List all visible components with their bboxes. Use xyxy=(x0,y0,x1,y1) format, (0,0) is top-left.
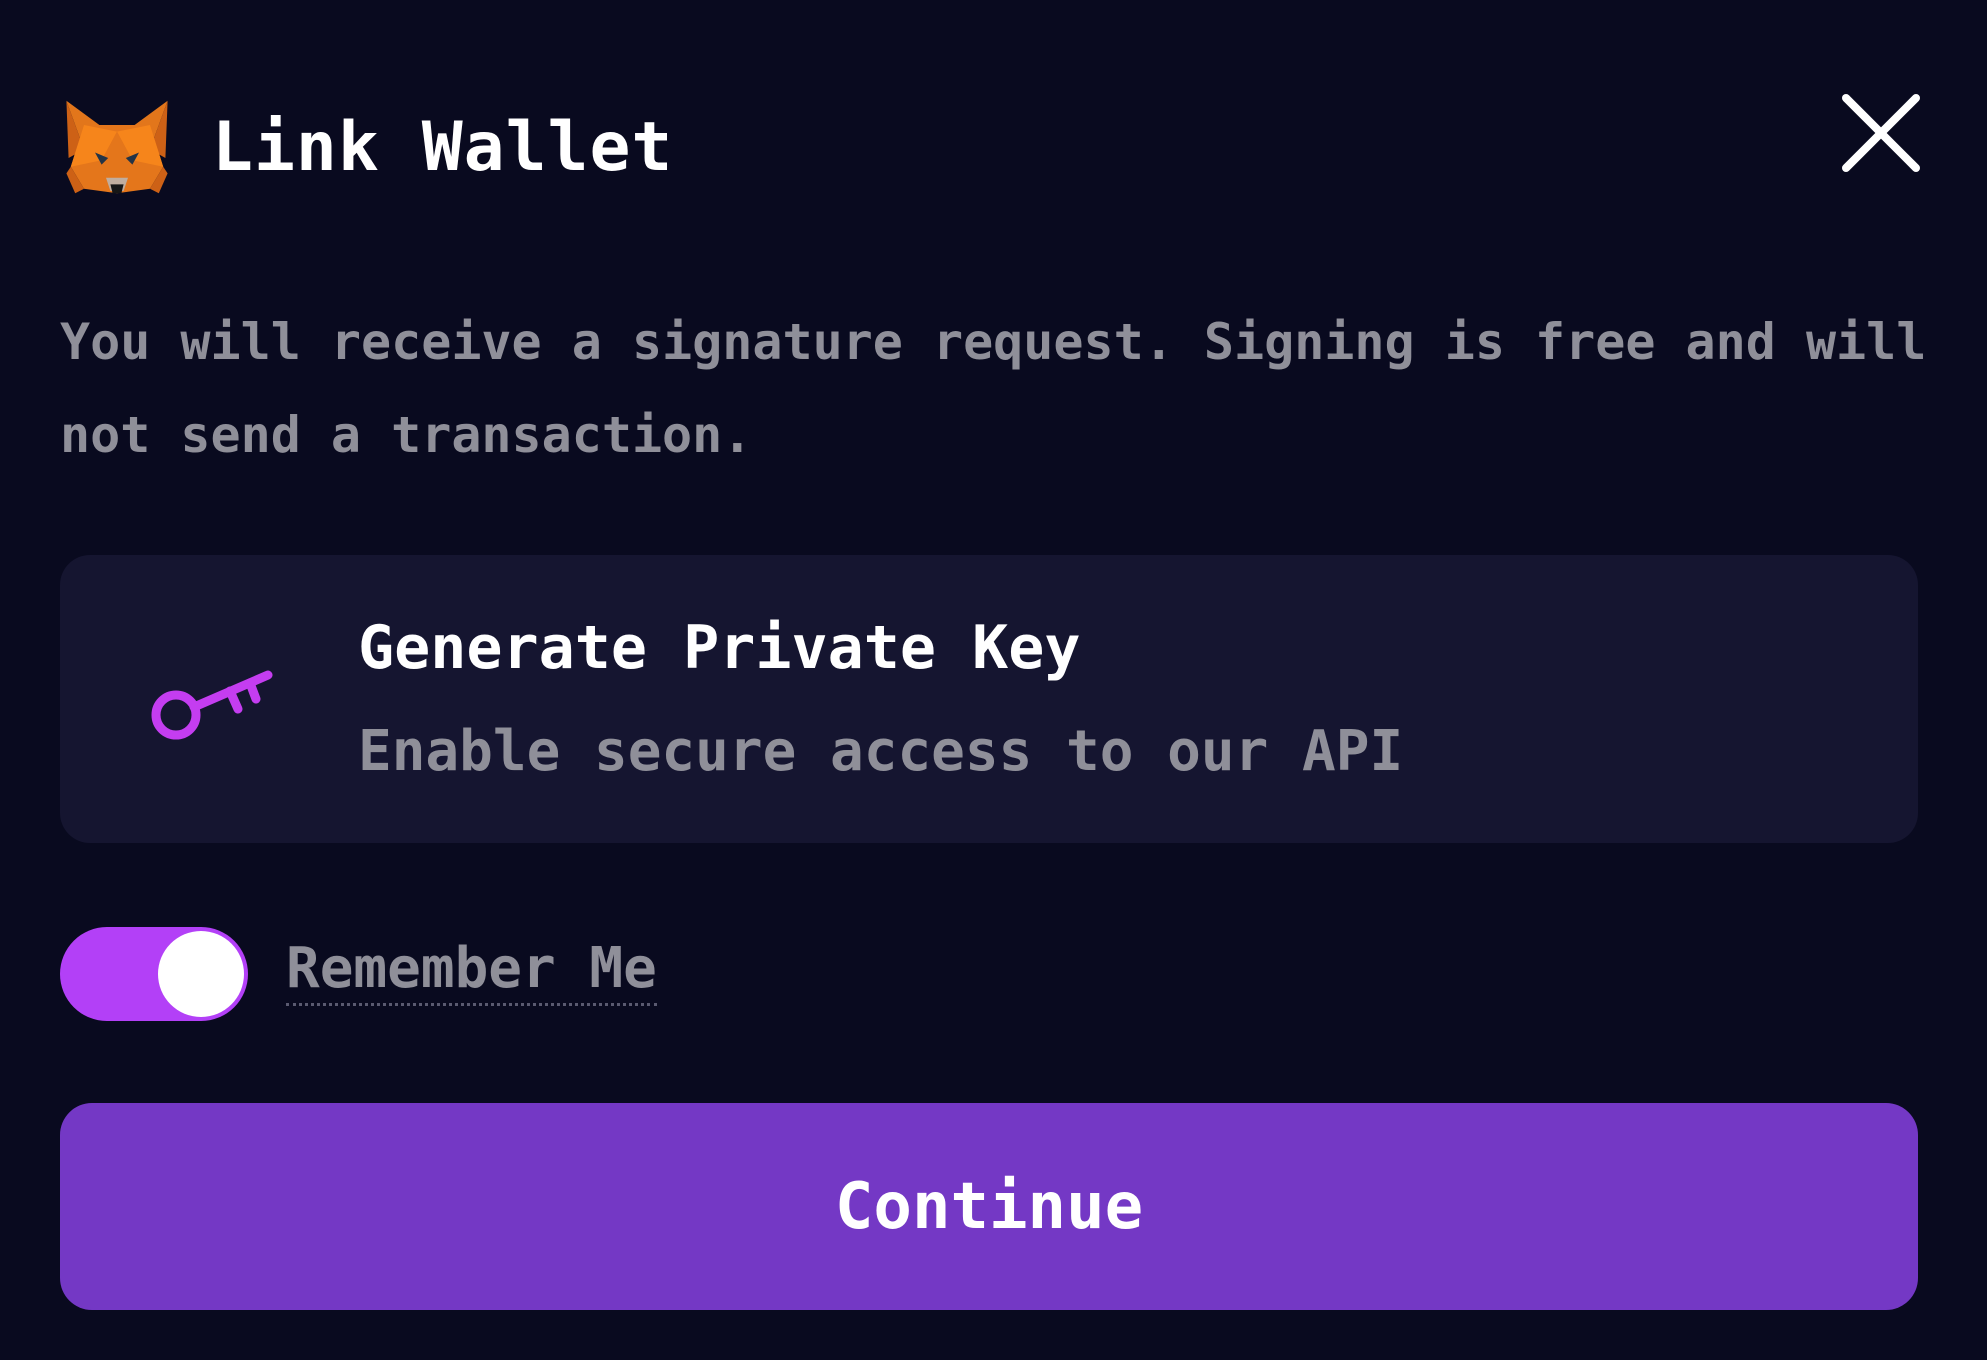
link-wallet-dialog: Link Wallet You will receive a signature… xyxy=(0,0,1987,1360)
close-icon[interactable] xyxy=(1838,90,1924,176)
remember-me-label[interactable]: Remember Me xyxy=(286,936,657,1006)
generate-private-key-option[interactable]: Generate Private Key Enable secure acces… xyxy=(60,555,1918,843)
metamask-fox-icon xyxy=(66,100,168,194)
option-title: Generate Private Key xyxy=(358,613,1081,683)
dialog-title: Link Wallet xyxy=(212,107,674,187)
continue-button-label: Continue xyxy=(834,1169,1144,1244)
signature-description: You will receive a signature request. Si… xyxy=(60,313,1927,464)
dialog-header: Link Wallet xyxy=(62,92,673,202)
continue-button[interactable]: Continue xyxy=(60,1103,1918,1310)
remember-me-toggle[interactable] xyxy=(60,927,248,1021)
option-subtitle: Enable secure access to our API xyxy=(358,719,1404,784)
toggle-knob xyxy=(158,931,244,1017)
key-icon xyxy=(151,670,273,740)
